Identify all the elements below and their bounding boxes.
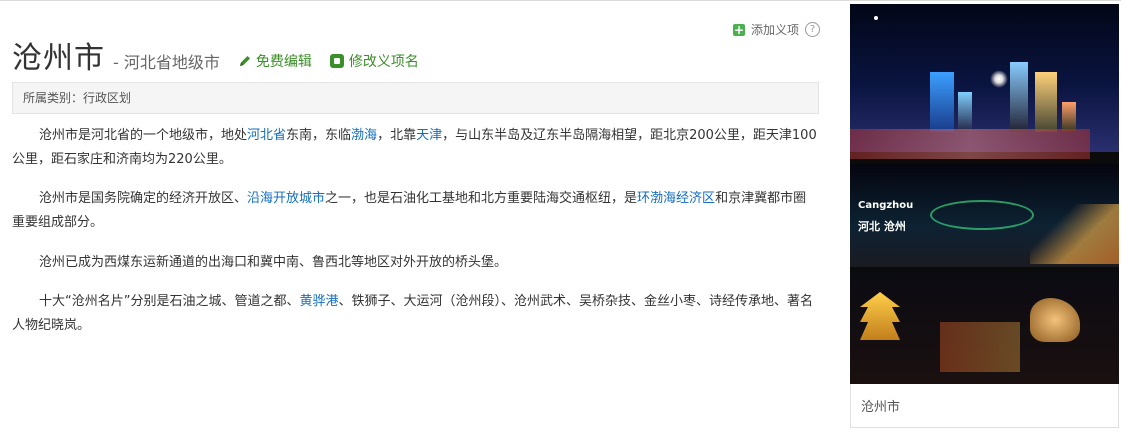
- photo-caption: 沧州市: [850, 384, 1119, 428]
- category-bar: 所属类别：行政区划: [12, 82, 819, 114]
- p1-text-1: 沧州市是河北省的一个地级市，地处: [39, 128, 248, 143]
- plus-icon: +: [733, 22, 745, 37]
- image-text-cn: 河北 沧州: [858, 220, 906, 233]
- pagoda-lion-image: [850, 272, 1119, 384]
- image-text-en: Cangzhou: [858, 200, 914, 211]
- p2-text-1: 沧州市是国务院确定的经济开放区、: [39, 191, 248, 206]
- bridge-lights: [850, 129, 1090, 159]
- edit-name-icon: [329, 54, 344, 68]
- p4-text-1: 十大“沧州名片”分别是石油之城、管道之都、: [39, 294, 300, 309]
- pencil-icon: [239, 56, 250, 66]
- category-text: 所属类别：行政区划: [23, 91, 132, 105]
- edit-label: 免费编辑: [255, 54, 312, 70]
- link-bohai[interactable]: 渤海: [351, 128, 377, 143]
- page-title: 沧州市: [12, 41, 105, 76]
- add-sense-button[interactable]: + 添加义项 ?: [733, 21, 820, 38]
- link-bohai-economic-zone[interactable]: 环渤海经济区: [637, 191, 715, 206]
- link-coastal-open-city[interactable]: 沿海开放城市: [247, 191, 325, 206]
- modify-name-button[interactable]: 修改义项名: [329, 51, 419, 71]
- p2-text-2: 之一，也是石油化工基地和北方重要陆海交通枢纽，是: [325, 191, 638, 206]
- link-hebei[interactable]: 河北省: [247, 128, 286, 143]
- paragraph-1: 沧州市是河北省的一个地级市，地处河北省东南，东临渤海，北靠天津，与山东半岛及辽东…: [12, 124, 818, 172]
- night-river-image: [850, 164, 1119, 267]
- title-row: 沧州市 - 河北省地级市 免费编辑 修改义项名: [12, 33, 419, 77]
- link-huanghua-port[interactable]: 黄骅港: [299, 294, 338, 309]
- link-tianjin[interactable]: 天津: [416, 128, 442, 143]
- paragraph-4: 十大“沧州名片”分别是石油之城、管道之都、黄骅港、铁狮子、大运河（沧州段）、沧州…: [12, 290, 818, 338]
- paragraph-2: 沧州市是国务院确定的经济开放区、沿海开放城市之一，也是石油化工基地和北方重要陆海…: [12, 187, 818, 235]
- modify-label: 修改义项名: [348, 54, 419, 70]
- page-subtitle: - 河北省地级市: [113, 53, 220, 72]
- paragraph-3: 沧州已成为西煤东运新通道的出海口和冀中南、鲁西北等地区对外开放的桥头堡。: [12, 251, 818, 275]
- add-sense-label: 添加义项: [751, 23, 800, 37]
- top-divider: [0, 0, 1121, 1]
- p3-text-1: 沧州已成为西煤东运新通道的出海口和冀中南、鲁西北等地区对外开放的桥头堡。: [39, 255, 508, 270]
- p1-text-3: ，北靠: [377, 128, 417, 143]
- city-photo[interactable]: Cangzhou 河北 沧州: [850, 4, 1119, 384]
- sidebar-album: Cangzhou 河北 沧州 沧州市: [850, 4, 1120, 428]
- help-icon[interactable]: ?: [805, 22, 820, 37]
- edit-button[interactable]: 免费编辑: [238, 51, 312, 71]
- p1-text-2: 东南，东临: [286, 128, 352, 143]
